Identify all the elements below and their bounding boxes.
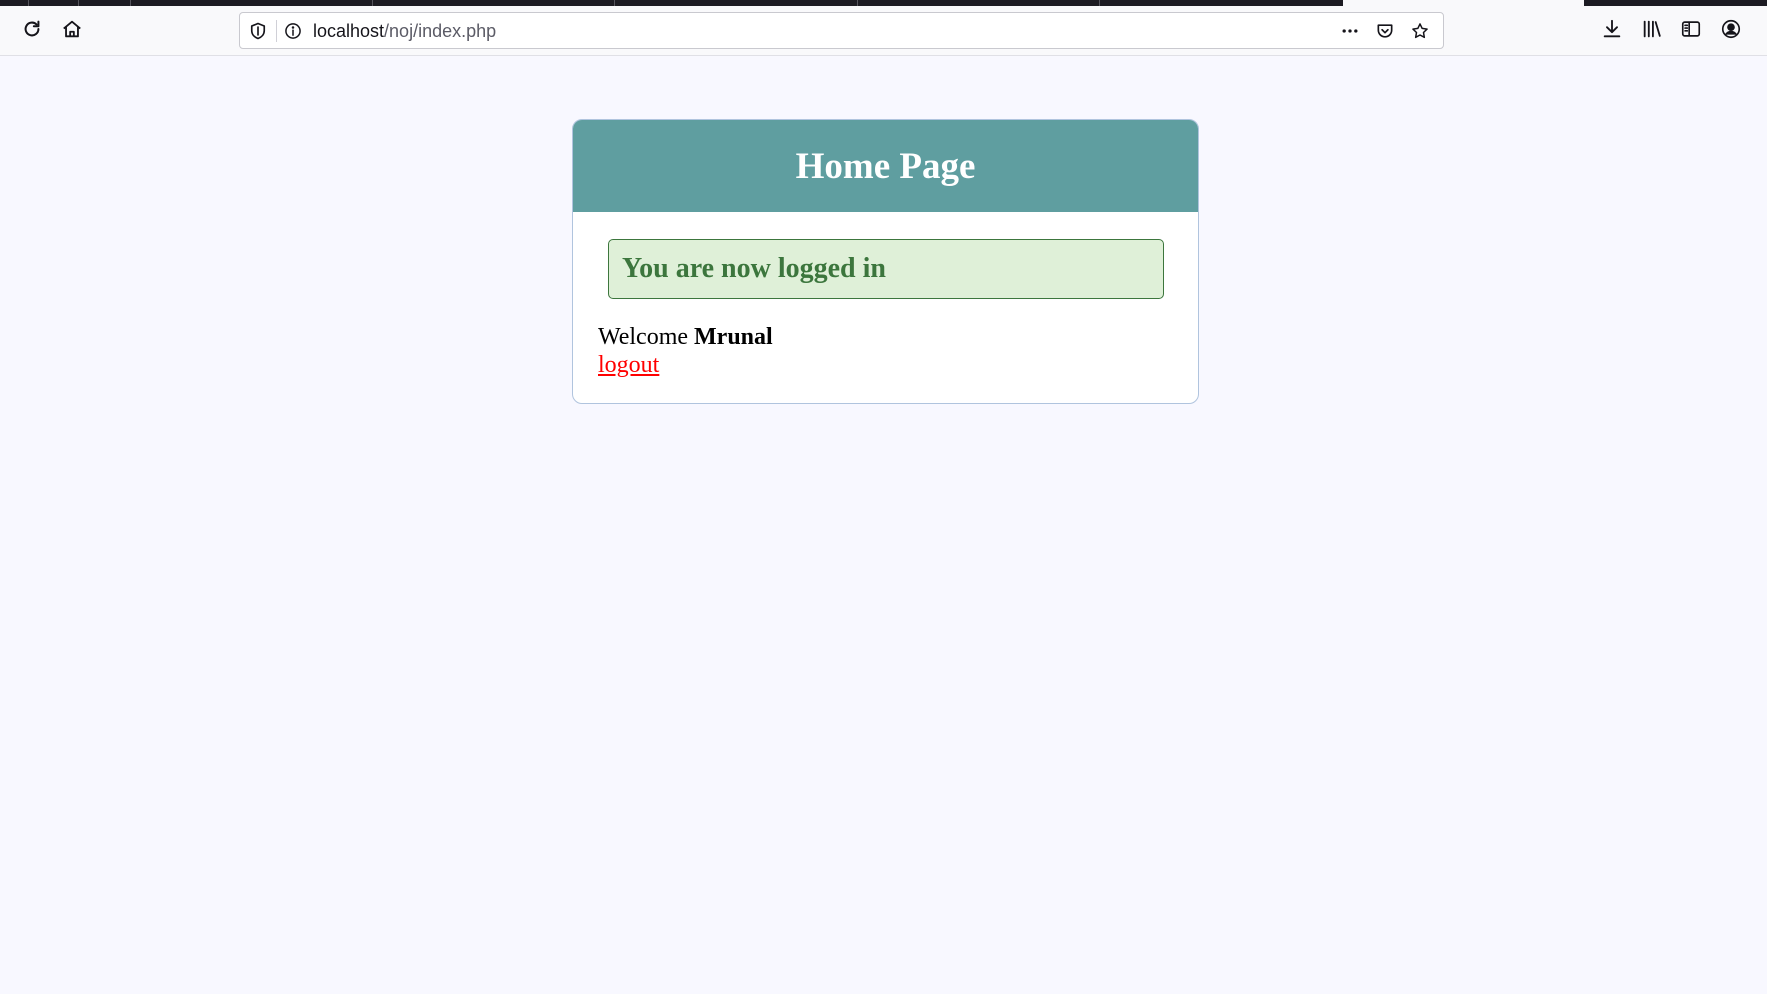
browser-toolbar: localhost/noj/index.php (0, 6, 1767, 56)
reload-button[interactable] (15, 14, 49, 48)
library-icon (1641, 18, 1663, 45)
url-text[interactable]: localhost/noj/index.php (313, 21, 496, 41)
url-path: /noj/index.php (384, 21, 497, 41)
logout-link[interactable]: logout (598, 351, 659, 379)
welcome-text: Welcome Mrunal (598, 323, 773, 351)
username: Mrunal (694, 324, 773, 350)
sidebar-icon (1680, 18, 1702, 45)
welcome-prefix: Welcome (598, 324, 689, 350)
downloads-button[interactable] (1595, 14, 1629, 48)
home-card: Home Page You are now logged in Welcome … (572, 119, 1199, 404)
page-title: Home Page (795, 145, 976, 187)
success-alert: You are now logged in (608, 239, 1164, 299)
home-icon (61, 18, 83, 45)
address-bar[interactable]: localhost/noj/index.php (239, 12, 1444, 49)
url-host: localhost (313, 21, 385, 41)
account-icon (1720, 18, 1742, 45)
downloads-icon (1601, 18, 1623, 45)
pocket-icon[interactable] (1374, 20, 1396, 42)
library-button[interactable] (1635, 14, 1669, 48)
success-message: You are now logged in (622, 253, 886, 284)
sidebar-button[interactable] (1674, 14, 1708, 48)
reload-icon (21, 18, 43, 45)
site-info-icon[interactable] (282, 20, 304, 42)
bookmark-star-icon[interactable] (1409, 20, 1431, 42)
url-divider (276, 20, 277, 42)
tracking-protection-shield-icon[interactable] (247, 20, 269, 42)
card-header: Home Page (573, 120, 1198, 212)
home-button[interactable] (55, 14, 89, 48)
more-actions-icon[interactable] (1339, 20, 1361, 42)
account-button[interactable] (1714, 14, 1748, 48)
